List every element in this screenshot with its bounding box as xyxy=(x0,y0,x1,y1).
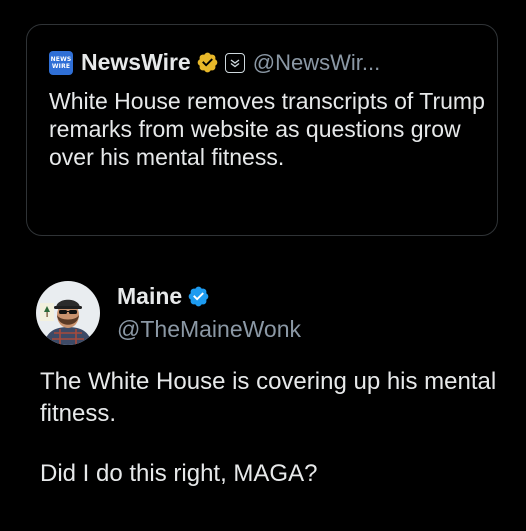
gold-check-icon xyxy=(197,52,218,73)
logo-text-line-2: WIRE xyxy=(51,62,71,70)
quoted-post-header: NEWS WIRE NewsWire @NewsWir... xyxy=(49,49,380,76)
post-author-handle[interactable]: @TheMaineWonk xyxy=(117,316,301,343)
post-author-row: Maine xyxy=(117,283,210,310)
avatar[interactable] xyxy=(36,281,100,345)
blue-check-icon xyxy=(188,286,209,307)
newspaper-icon xyxy=(224,52,245,73)
post-text-paragraph-2: Did I do this right, MAGA? xyxy=(40,460,318,487)
post-author-name[interactable]: Maine xyxy=(117,283,182,310)
logo-text-line-1: NEWS xyxy=(50,55,72,63)
quoted-author-handle[interactable]: @NewsWir... xyxy=(253,50,380,76)
newswire-logo-icon[interactable]: NEWS WIRE xyxy=(49,50,73,75)
profile-photo-avatar xyxy=(36,281,100,345)
quoted-post-text: White House removes transcripts of Trump… xyxy=(49,88,485,170)
post-text-paragraph-1: The White House is covering up his menta… xyxy=(40,368,497,427)
quoted-post-card[interactable]: NEWS WIRE NewsWire @NewsWir... White Hou… xyxy=(26,24,498,236)
quoted-author-name[interactable]: NewsWire xyxy=(81,49,191,76)
